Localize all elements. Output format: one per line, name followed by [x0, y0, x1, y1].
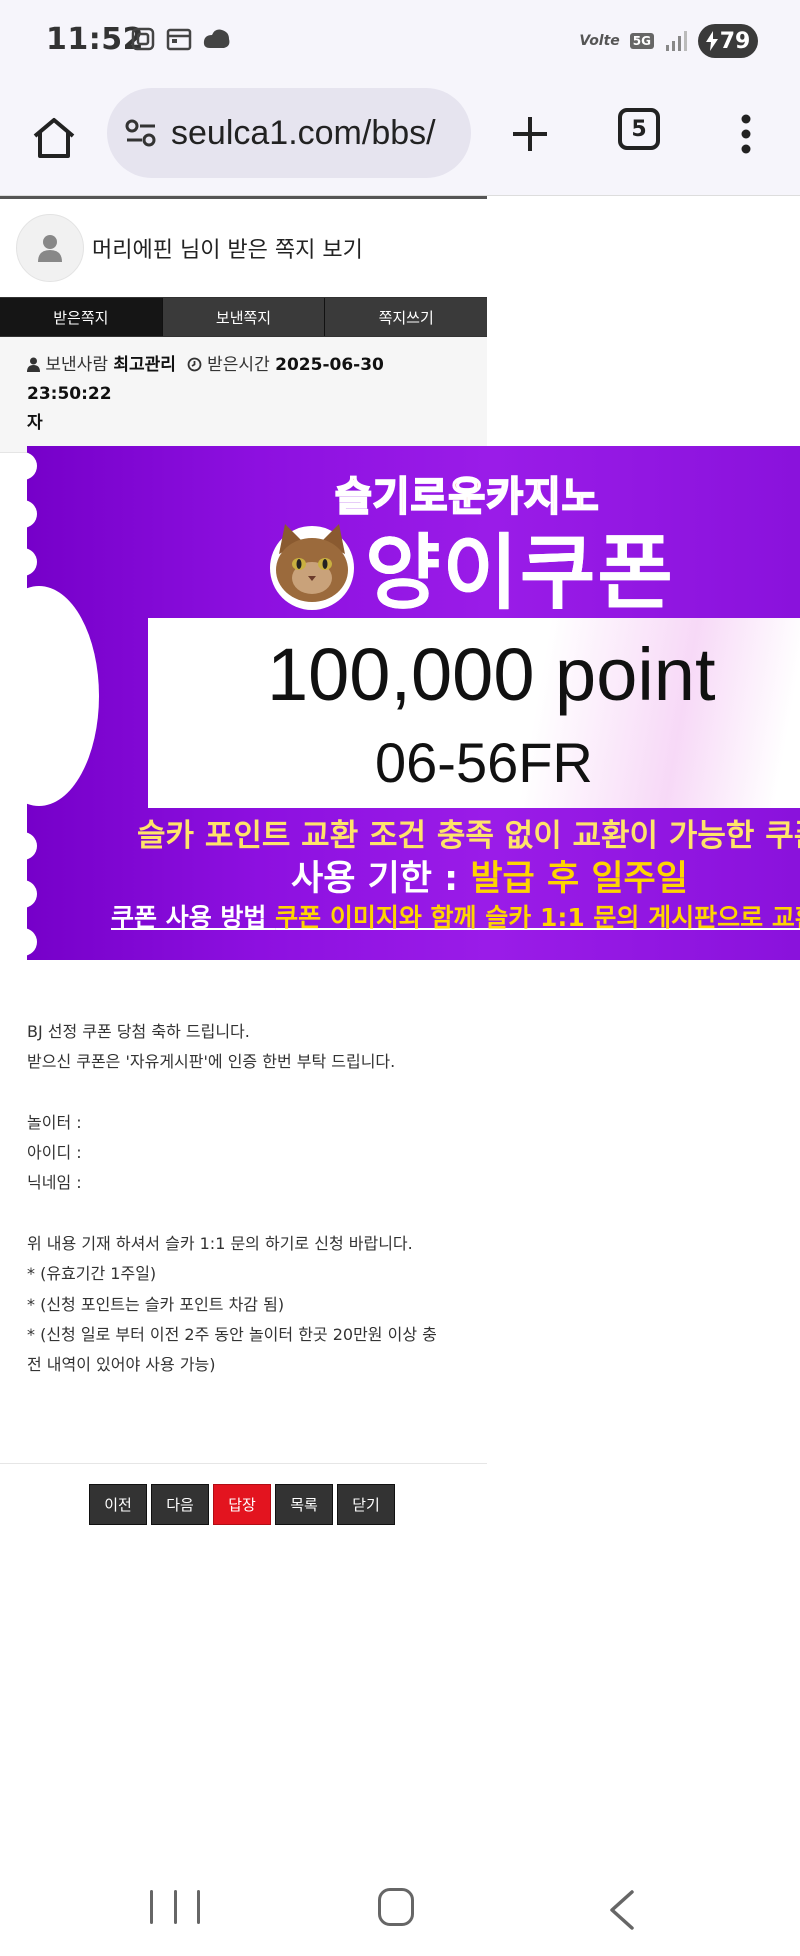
received-time-suffix: 자 — [27, 413, 43, 433]
message-line — [27, 1078, 467, 1108]
screenshot-icon — [131, 27, 155, 51]
sender-label: 보낸사람 — [45, 355, 108, 375]
message-line: 위 내용 기재 하셔서 슬카 1:1 문의 하기로 신청 바랍니다. — [27, 1234, 413, 1254]
received-time-label: 받은시간 — [207, 355, 270, 375]
battery-indicator: 79 — [698, 24, 758, 58]
memo-message-body: BJ 선정 쿠폰 당첨 축하 드립니다. 받으신 쿠폰은 '자유게시판'에 인증… — [27, 1017, 467, 1381]
recent-apps-icon — [150, 1890, 153, 1924]
recent-apps-icon — [197, 1890, 200, 1924]
browser-home-button[interactable] — [24, 108, 84, 168]
volte-indicator: Volte — [579, 33, 620, 49]
status-icons-left — [130, 26, 232, 52]
browser-menu-button[interactable] — [722, 104, 770, 164]
message-line: 닉네임 : — [27, 1173, 82, 1193]
calendar-icon — [166, 28, 192, 51]
tab-sent[interactable]: 보낸쪽지 — [161, 298, 325, 336]
cloud-icon — [203, 29, 230, 48]
user-icon — [38, 235, 62, 262]
message-line — [27, 1199, 467, 1229]
plus-icon — [513, 117, 547, 151]
message-line: BJ 선정 쿠폰 당첨 축하 드립니다. — [27, 1022, 250, 1041]
memo-action-buttons: 이전 다음 답장 목록 닫기 — [89, 1484, 395, 1525]
network-indicator: 5G — [629, 33, 654, 49]
coupon-code: 06-56FR — [375, 731, 593, 794]
address-bar[interactable]: seulca1.com/bbs/ — [107, 88, 471, 178]
clock-icon — [187, 357, 202, 372]
message-line: * (유효기간 1주일) — [27, 1264, 157, 1284]
avatar — [16, 214, 84, 282]
coupon-expiry-value: 발급 후 일주일 — [470, 859, 688, 899]
cat-face-icon — [270, 524, 354, 610]
message-line: 전 내역이 있어야 사용 가능) — [27, 1355, 216, 1375]
new-tab-button[interactable] — [500, 104, 560, 164]
message-line: * (신청 일로 부터 이전 2주 동안 놀이터 한곳 20만원 이상 충 — [27, 1324, 437, 1344]
site-settings-icon[interactable] — [125, 118, 157, 148]
divider — [0, 1463, 487, 1464]
message-line: 아이디 : — [27, 1143, 82, 1163]
more-vert-icon — [741, 114, 751, 154]
banner-ticket-notches — [27, 452, 37, 956]
message-line: 놀이터 : — [27, 1112, 82, 1132]
charging-icon — [705, 31, 718, 51]
battery-level: 79 — [719, 28, 751, 54]
tab-write[interactable]: 쪽지쓰기 — [324, 298, 488, 336]
coupon-expiry: 사용 기한 : 발급 후 일주일 — [291, 850, 688, 901]
recent-apps-icon — [173, 1890, 177, 1924]
memo-tabs: 받은쪽지 보낸쪽지 쪽지쓰기 — [0, 297, 488, 337]
coupon-usage-value: 쿠폰 이미지와 함께 슬카 1:1 문의 게시판으로 교환 — [275, 903, 800, 932]
status-bar: 11:52 Volte 5G 79 — [0, 0, 800, 84]
prev-button[interactable]: 이전 — [89, 1484, 147, 1525]
page-title: 머리에핀 님이 받은 쪽지 보기 — [92, 238, 363, 263]
user-icon — [27, 357, 40, 372]
system-home-button[interactable] — [378, 1888, 414, 1926]
home-icon — [33, 118, 75, 158]
memo-header: 머리에핀 님이 받은 쪽지 보기 — [0, 199, 487, 297]
url-text: seulca1.com/bbs/ — [171, 113, 436, 152]
signal-icon — [666, 31, 687, 51]
message-line: 받으신 쿠폰은 '자유게시판'에 인증 한번 부탁 드립니다. — [27, 1052, 396, 1072]
coupon-usage: 쿠폰 사용 방법 쿠폰 이미지와 함께 슬카 1:1 문의 게시판으로 교환 — [111, 898, 800, 934]
close-button[interactable]: 닫기 — [337, 1484, 395, 1525]
tab-switcher-button[interactable]: 5 — [618, 108, 660, 150]
browser-toolbar: seulca1.com/bbs/ 5 — [0, 84, 800, 196]
message-line: * (신청 포인트는 슬카 포인트 차감 됨) — [27, 1294, 285, 1314]
coupon-usage-label: 쿠폰 사용 방법 — [111, 903, 276, 932]
coupon-banner-image: 슬기로운카지노 양이쿠폰 100,000 point 06-56FR 슬카 포인… — [27, 446, 800, 960]
coupon-title: 양이쿠폰 — [365, 526, 675, 621]
coupon-expiry-label: 사용 기한 : — [291, 859, 471, 899]
next-button[interactable]: 다음 — [151, 1484, 209, 1525]
sender-name: 최고관리 — [113, 355, 176, 375]
coupon-condition: 슬카 포인트 교환 조건 충족 없이 교환이 가능한 쿠폰 — [137, 818, 800, 854]
tab-received[interactable]: 받은쪽지 — [0, 298, 162, 336]
recent-apps-button[interactable] — [150, 1884, 200, 1930]
reply-button[interactable]: 답장 — [213, 1484, 271, 1525]
coupon-points: 100,000 point — [267, 633, 716, 716]
memo-meta: 보낸사람 최고관리 받은시간 2025-06-30 23:50:22 자 — [0, 337, 487, 453]
memo-view: 머리에핀 님이 받은 쪽지 보기 받은쪽지 보낸쪽지 쪽지쓰기 보낸사람 최고관… — [0, 196, 488, 453]
status-icons-right: Volte 5G 79 — [579, 24, 758, 58]
system-navigation-bar — [0, 1858, 800, 1956]
back-icon[interactable] — [608, 1890, 636, 1930]
list-button[interactable]: 목록 — [275, 1484, 333, 1525]
